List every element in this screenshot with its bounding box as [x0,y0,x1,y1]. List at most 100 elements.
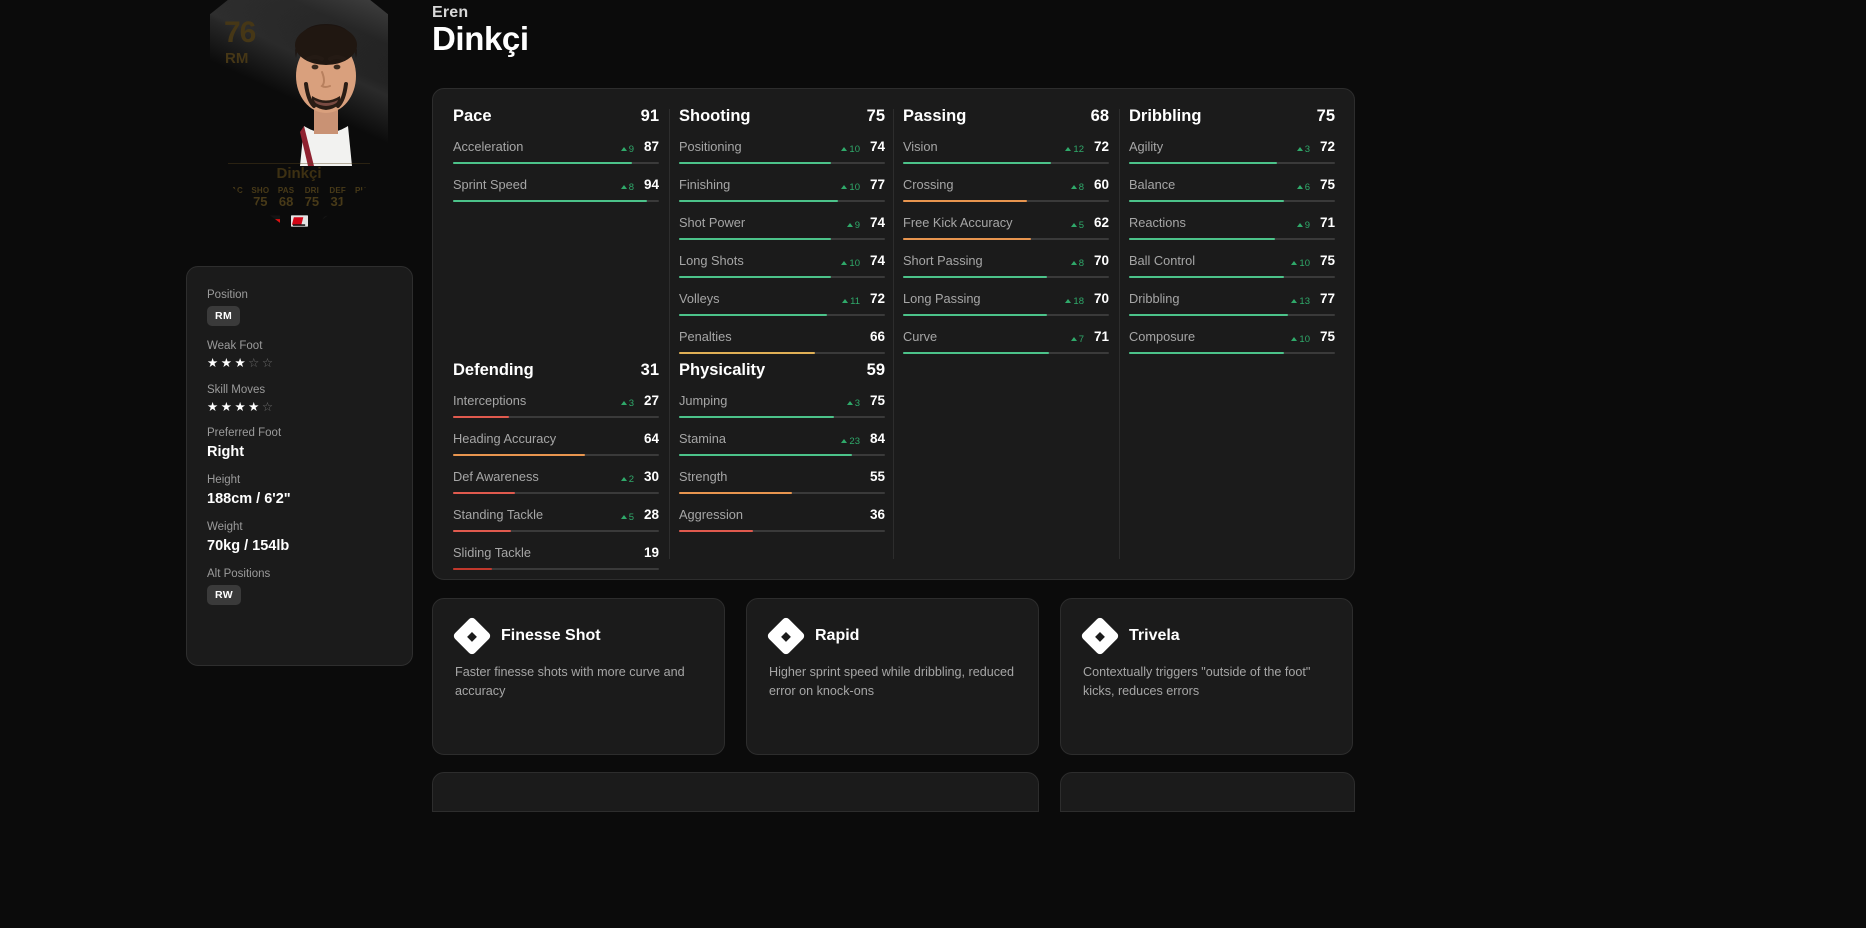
stat-row[interactable]: Acceleration 9 87 [453,139,659,164]
stat-row[interactable]: Crossing 8 60 [903,177,1109,202]
stat-delta: 6 [1296,182,1310,193]
info-weak-foot: Weak Foot ★★★☆☆ [207,340,392,370]
column-divider [893,109,894,559]
info-skill-moves-label: Skill Moves [207,383,266,396]
stat-bar-track [903,162,1109,164]
stat-value: 74 [869,139,885,154]
stat-name: Sliding Tackle [453,545,532,560]
attributes-grid: Pace 91 Acceleration 9 87 Sprint Speed 8 94 Shoo… [433,89,1354,579]
stat-row[interactable]: Dribbling 13 77 [1129,291,1335,316]
stat-name: Shot Power [679,215,746,230]
stat-row[interactable]: Long Shots 10 74 [679,253,885,278]
info-height-value: 188cm / 6'2" [207,491,291,507]
stat-delta: 10 [841,144,860,155]
playstyle-card[interactable]: ◆ Rapid Higher sprint speed while dribblin… [746,598,1039,755]
stat-bar-track [1129,162,1335,164]
stat-row[interactable]: Interceptions 3 27 [453,393,659,418]
stat-row[interactable]: Aggression 36 [679,507,885,532]
stat-row[interactable]: Curve 7 71 [903,329,1109,354]
stat-row[interactable]: Finishing 10 77 [679,177,885,202]
arrow-up-icon [1291,299,1298,303]
stat-row[interactable]: Standing Tackle 5 28 [453,507,659,532]
stat-bar-fill [679,454,853,456]
card-rating-value: 76 [224,16,256,49]
stat-row[interactable]: Penalties 66 [679,329,885,354]
stat-group-header: Dribbling 75 [1129,107,1335,126]
stat-bar-track [1129,352,1335,354]
arrow-up-icon [1291,261,1298,265]
stat-row[interactable]: Shot Power 9 74 [679,215,885,240]
playstyle-card-partial[interactable] [432,772,1039,812]
stat-row[interactable]: Strength 55 [679,469,885,494]
stat-delta: 3 [1296,144,1310,155]
stat-bar-fill [1129,238,1276,240]
arrow-up-icon [841,261,848,265]
stat-value: 74 [869,215,885,230]
stat-row[interactable]: Balance 6 75 [1129,177,1335,202]
stat-bar-track [679,276,885,278]
stat-name: Interceptions [453,393,527,408]
stat-group-pace: Pace 91 Acceleration 9 87 Sprint Speed 8 94 [453,107,659,215]
stat-bar-fill [453,454,585,456]
card-stat-sho: SHO 75 [251,186,270,209]
stat-row[interactable]: Sprint Speed 8 94 [453,177,659,202]
alt-position-chip[interactable]: RW [207,585,242,605]
info-preferred-foot: Preferred Foot Right [207,427,392,460]
league-badge-bundesliga-icon [290,215,308,227]
stat-group-name: Passing [903,107,967,125]
stat-row[interactable]: Agility 3 72 [1129,139,1335,164]
playstyle-card-partial[interactable] [1060,772,1355,812]
stat-delta: 9 [1296,220,1310,231]
stat-name: Composure [1129,329,1196,344]
star: ★ [207,356,221,370]
playstyle-card[interactable]: ◆ Finesse Shot Faster finesse shots with m… [432,598,725,755]
stat-group-value: 75 [866,107,885,125]
stat-row[interactable]: Composure 10 75 [1129,329,1335,354]
stat-delta: 11 [842,296,860,307]
attributes-panel: Pace 91 Acceleration 9 87 Sprint Speed 8 94 Shoo… [432,88,1355,580]
stat-row[interactable]: Vision 12 72 [903,139,1109,164]
stat-bar-track [453,416,659,418]
stat-group-defending: Defending 31 Interceptions 3 27 Heading Accur… [453,361,659,583]
stat-row[interactable]: Jumping 3 75 [679,393,885,418]
stat-delta: 8 [1070,182,1084,193]
player-card[interactable]: 76 RM Dinkçi PAC 91 SHO 75 PAS 68 DRI 75… [210,0,388,237]
stat-row[interactable]: Positioning 10 74 [679,139,885,164]
stat-name: Free Kick Accuracy [903,215,1013,230]
stat-group-header: Pace 91 [453,107,659,126]
stat-group-name: Pace [453,107,492,125]
stat-delta: 3 [620,398,634,409]
playstyle-title: Rapid [815,627,860,644]
playstyle-card[interactable]: ◆ Trivela Contextually triggers "outside o… [1060,598,1353,755]
stat-row[interactable]: Ball Control 10 75 [1129,253,1335,278]
stat-row[interactable]: Sliding Tackle 19 [453,545,659,570]
stat-bar-fill [679,276,832,278]
stat-row[interactable]: Short Passing 8 70 [903,253,1109,278]
stat-bar-track [903,276,1109,278]
player-info-panel: Position RM Weak Foot ★★★☆☆ Skill Moves … [186,266,413,666]
stat-name: Acceleration [453,139,524,154]
stat-name: Balance [1129,177,1176,192]
stat-row[interactable]: Free Kick Accuracy 5 62 [903,215,1109,240]
stat-bar-fill [903,238,1031,240]
card-player-name: Dinkçi [276,165,322,182]
stat-row[interactable]: Def Awareness 2 30 [453,469,659,494]
column-divider [669,109,670,559]
stat-value: 87 [643,139,659,154]
stat-group-dribbling: Dribbling 75 Agility 3 72 Balance 6 75 Reactions… [1129,107,1335,367]
card-rating-block: 76 RM [224,16,256,67]
stat-value: 77 [869,177,885,192]
stat-row[interactable]: Heading Accuracy 64 [453,431,659,456]
position-chip[interactable]: RM [207,306,241,326]
stat-name: Finishing [679,177,731,192]
stat-name: Stamina [679,431,726,446]
stat-bar-track [453,454,659,456]
stat-row[interactable]: Volleys 11 72 [679,291,885,316]
arrow-up-icon [1070,223,1077,227]
stat-row[interactable]: Reactions 9 71 [1129,215,1335,240]
stat-bar-track [903,314,1109,316]
stat-row[interactable]: Long Passing 18 70 [903,291,1109,316]
card-position-label: RM [225,50,249,67]
arrow-up-icon [1065,147,1072,151]
stat-row[interactable]: Stamina 23 84 [679,431,885,456]
